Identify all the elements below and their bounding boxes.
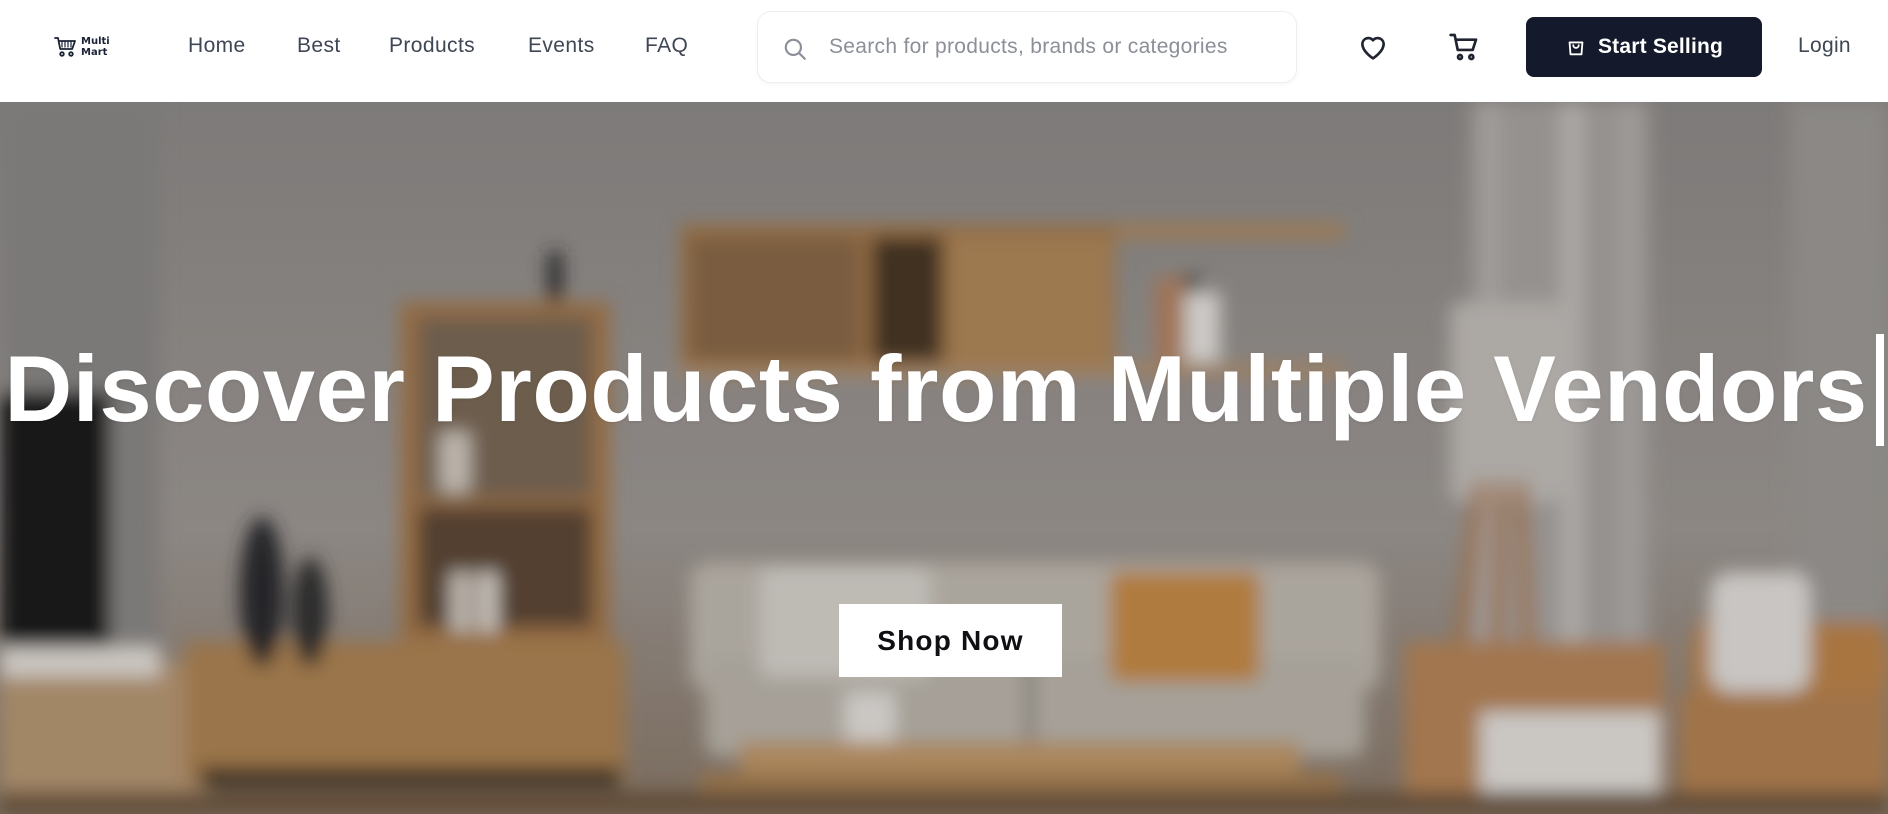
shopping-cart-logo-icon [54,37,76,57]
hero-banner: Discover Products from Multiple Vendors … [0,102,1888,814]
nav-link-best[interactable]: Best [297,34,341,58]
hero-title: Discover Products from Multiple Vendors [0,334,1888,452]
hero-title-text: Discover Products from Multiple Vendors [4,336,1868,441]
cart-icon [1449,33,1478,61]
nav-link-faq[interactable]: FAQ [645,34,688,58]
brand-name-line2: Mart [81,47,108,58]
nav-link-events[interactable]: Events [528,34,595,58]
search-icon [784,38,806,60]
shopping-bag-icon [1568,41,1584,56]
start-selling-button[interactable]: Start Selling [1526,17,1762,77]
brand-name-line1: Multi [81,36,110,47]
hero-background-image [0,102,1888,814]
login-link[interactable]: Login [1798,34,1851,58]
top-navbar: Multi Mart Home Best Products Events FAQ… [0,0,1888,102]
brand-logo[interactable]: Multi Mart [54,32,110,62]
search-input[interactable] [829,27,1259,67]
search-box[interactable] [757,11,1297,83]
nav-link-home[interactable]: Home [188,34,246,58]
start-selling-label: Start Selling [1597,35,1724,58]
shop-now-button[interactable]: Shop Now [839,604,1062,677]
typing-cursor [1875,334,1884,447]
wishlist-button[interactable] [1356,30,1390,64]
shop-now-label: Shop Now [877,624,1024,656]
cart-button[interactable] [1447,30,1481,64]
nav-link-products[interactable]: Products [389,34,475,58]
brand-name: Multi Mart [81,36,110,58]
heart-icon [1361,36,1385,60]
